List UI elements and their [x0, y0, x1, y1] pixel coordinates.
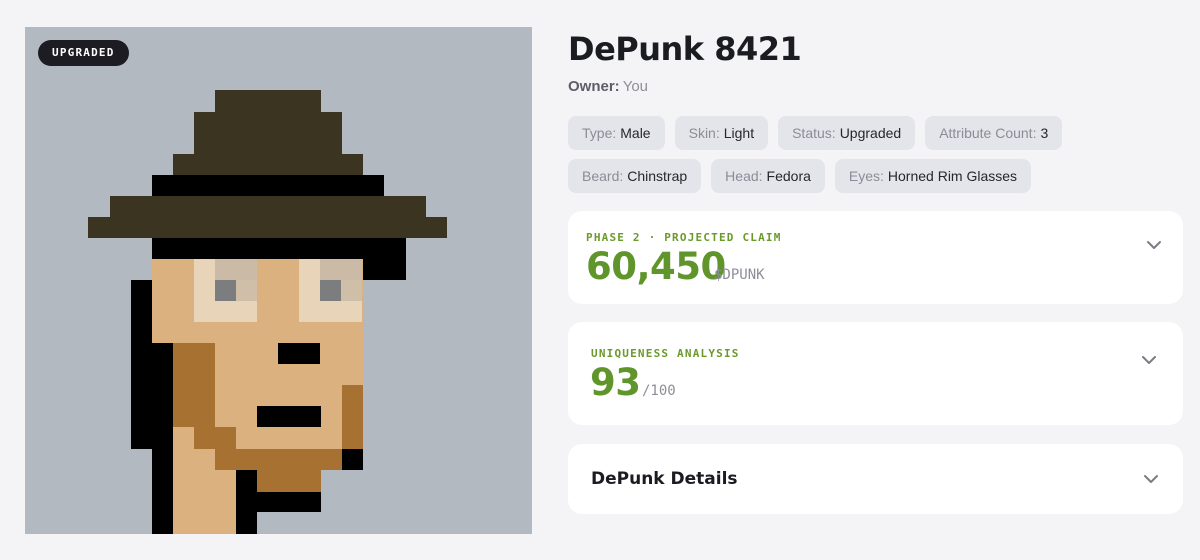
- attribute-tag-count: Attribute Count: 3: [925, 116, 1063, 150]
- attribute-tag-skin: Skin: Light: [674, 116, 769, 150]
- owner-label: Owner:: [568, 78, 620, 95]
- claim-unit: $DPUNK: [714, 267, 765, 283]
- upgraded-badge: UPGRADED: [38, 40, 129, 66]
- depunk-details-card[interactable]: DePunk Details: [568, 444, 1183, 514]
- uniqueness-score: 93: [590, 361, 641, 404]
- details-title: DePunk Details: [591, 469, 738, 489]
- uniqueness-card[interactable]: UNIQUENESS ANALYSIS 93 /100: [568, 322, 1183, 425]
- attribute-tag-beard: Beard: Chinstrap: [568, 159, 702, 193]
- attribute-tag-head: Head: Fedora: [711, 159, 825, 193]
- page-title: DePunk 8421: [568, 30, 802, 68]
- punk-artwork: UPGRADED: [25, 27, 532, 534]
- attribute-tag-type: Type: Male: [568, 116, 665, 150]
- chevron-down-icon[interactable]: [1141, 355, 1157, 365]
- projected-claim-card[interactable]: PHASE 2 · PROJECTED CLAIM 60,450 $DPUNK: [568, 211, 1183, 304]
- claim-value: 60,450: [586, 245, 726, 288]
- attribute-row: Beard: Chinstrap Head: Fedora Eyes: Horned …: [568, 159, 1183, 193]
- punk-pixel-image: [88, 90, 447, 534]
- chevron-down-icon[interactable]: [1146, 240, 1162, 250]
- claim-eyebrow: PHASE 2 · PROJECTED CLAIM: [586, 231, 782, 244]
- attribute-tags: Type: Male Skin: Light Status: Upgraded Att…: [568, 116, 1183, 202]
- owner-value: You: [622, 78, 648, 95]
- attribute-row: Type: Male Skin: Light Status: Upgraded Att…: [568, 116, 1183, 150]
- attribute-tag-status: Status: Upgraded: [778, 116, 916, 150]
- uniqueness-eyebrow: UNIQUENESS ANALYSIS: [591, 347, 740, 360]
- uniqueness-max: /100: [642, 383, 676, 399]
- attribute-tag-eyes: Eyes: Horned Rim Glasses: [834, 159, 1032, 193]
- chevron-down-icon[interactable]: [1143, 474, 1159, 484]
- owner-line: Owner: You: [568, 78, 648, 95]
